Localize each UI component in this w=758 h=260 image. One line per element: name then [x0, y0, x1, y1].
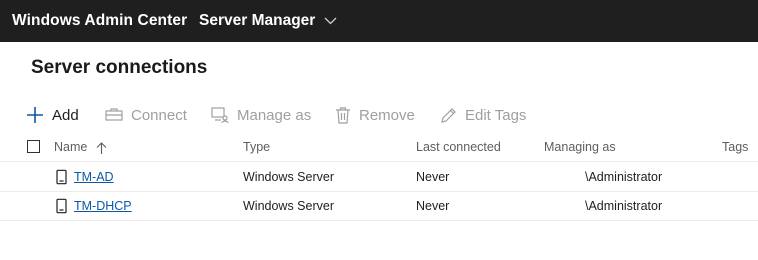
select-all-checkbox[interactable] — [27, 140, 40, 153]
column-header-name[interactable]: Name — [54, 140, 107, 154]
server-icon — [56, 169, 67, 184]
sort-ascending-icon — [96, 141, 107, 154]
last-connected: Never — [416, 199, 450, 213]
server-name-link[interactable]: TM-AD — [74, 170, 114, 184]
connect-icon — [105, 108, 123, 121]
server-connections-table: Name Type Last connected Managing as Tag… — [0, 133, 758, 221]
tool-switcher-label: Server Manager — [199, 12, 316, 29]
manage-as-button[interactable]: Manage as — [211, 103, 311, 127]
last-connected: Never — [416, 169, 450, 184]
table-header: Name Type Last connected Managing as Tag… — [0, 133, 758, 161]
app-brand[interactable]: Windows Admin Center — [12, 12, 187, 30]
connect-button[interactable]: Connect — [105, 103, 187, 127]
server-type: Windows Server — [243, 199, 334, 213]
add-button[interactable]: Add — [26, 103, 79, 127]
column-header-name-label: Name — [54, 140, 88, 154]
edit-tags-button[interactable]: Edit Tags — [440, 103, 526, 127]
chevron-down-icon — [324, 17, 337, 25]
pencil-icon — [441, 107, 456, 123]
tool-switcher[interactable]: Server Manager — [199, 12, 337, 30]
server-type: Windows Server — [243, 169, 334, 184]
managing-as: \Administrator — [585, 169, 663, 184]
manage-as-button-label: Manage as — [237, 106, 312, 124]
edit-tags-button-label: Edit Tags — [465, 106, 527, 124]
manage-as-icon — [211, 107, 229, 123]
column-header-type[interactable]: Type — [243, 140, 270, 154]
trash-icon — [336, 106, 350, 124]
column-header-tags[interactable]: Tags — [722, 140, 748, 154]
column-header-managing-as[interactable]: Managing as — [544, 140, 616, 154]
column-header-last-connected[interactable]: Last connected — [416, 140, 501, 154]
add-button-label: Add — [52, 106, 79, 124]
connect-button-label: Connect — [131, 106, 187, 124]
server-icon — [56, 198, 67, 214]
table-row[interactable]: TM-AD Windows Server Never \Administrato… — [0, 161, 758, 191]
table-row[interactable]: TM-DHCP Windows Server Never \Administra… — [0, 191, 758, 221]
remove-button-label: Remove — [359, 106, 415, 124]
page-title: Server connections — [31, 57, 208, 78]
top-bar: Windows Admin Center Server Manager — [0, 0, 758, 42]
server-name-link[interactable]: TM-DHCP — [74, 199, 132, 213]
managing-as: \Administrator — [585, 199, 663, 213]
plus-icon — [27, 107, 43, 123]
remove-button[interactable]: Remove — [335, 103, 415, 127]
